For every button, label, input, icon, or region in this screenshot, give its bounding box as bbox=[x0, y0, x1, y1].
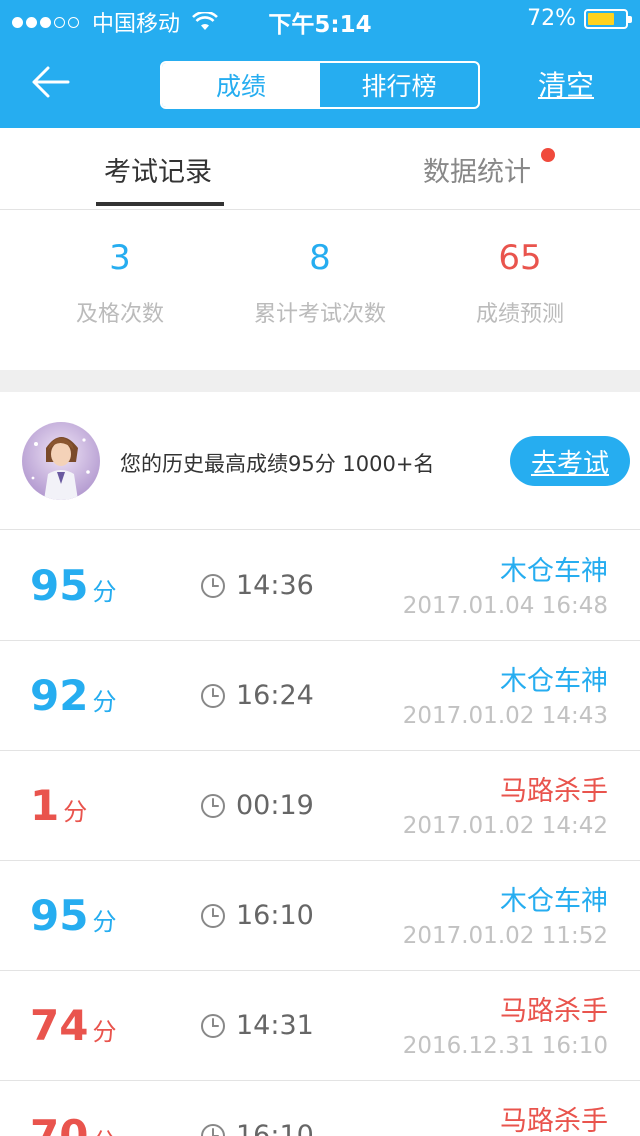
segmented-control: 成绩 排行榜 bbox=[160, 61, 480, 109]
best-score-text: 您的历史最高成绩95分 1000+名 bbox=[120, 452, 435, 476]
score-value: 70 bbox=[30, 1111, 89, 1136]
score-unit: 分 bbox=[92, 688, 117, 716]
stat-score-prediction: 65 成绩预测 bbox=[410, 238, 630, 328]
record-row[interactable]: 95 分 14:36 木仓车神 2017.01.04 16:48 bbox=[0, 531, 640, 641]
record-duration: 16:10 bbox=[236, 1120, 314, 1136]
segment-ranking[interactable]: 排行榜 bbox=[320, 63, 478, 107]
score-unit: 分 bbox=[92, 908, 117, 936]
record-duration: 00:19 bbox=[236, 790, 314, 821]
avatar bbox=[22, 422, 100, 500]
records-list: 95 分 14:36 木仓车神 2017.01.04 16:48 92 分 16:24 木仓车神… bbox=[0, 531, 640, 1136]
tab-data-stats[interactable]: 数据统计 bbox=[423, 150, 531, 189]
record-score: 92 分 bbox=[30, 671, 116, 720]
screen: 中国移动 下午5:14 72% 成绩 排行榜 清空 考试记录 数据统计 3 及格… bbox=[0, 0, 640, 1136]
record-title: 木仓车神 bbox=[500, 666, 608, 697]
record-date: 2017.01.02 11:52 bbox=[402, 923, 608, 949]
record-duration: 16:10 bbox=[236, 900, 314, 931]
score-value: 95 bbox=[30, 891, 89, 940]
record-title: 马路杀手 bbox=[500, 996, 608, 1027]
status-right: 72% bbox=[527, 6, 632, 31]
stats-panel: 3 及格次数 8 累计考试次数 65 成绩预测 bbox=[0, 210, 640, 370]
record-score: 1分 bbox=[30, 781, 87, 830]
record-title: 马路杀手 bbox=[500, 776, 608, 807]
clock-icon bbox=[201, 1124, 225, 1136]
record-score: 70分 bbox=[30, 1111, 116, 1136]
take-exam-button[interactable]: 去考试 bbox=[510, 436, 630, 486]
battery-icon bbox=[584, 8, 632, 29]
clock-icon bbox=[201, 794, 225, 818]
record-date: 2017.01.02 14:42 bbox=[402, 813, 608, 839]
stat-value: 65 bbox=[498, 238, 542, 278]
score-value: 95 bbox=[30, 561, 89, 610]
stat-value: 8 bbox=[309, 238, 331, 278]
score-unit: 分 bbox=[92, 578, 117, 606]
best-score-row: 您的历史最高成绩95分 1000+名 去考试 bbox=[0, 392, 640, 530]
record-date: 2017.01.02 14:43 bbox=[402, 703, 608, 729]
score-unit: 分 bbox=[63, 798, 88, 826]
record-row[interactable]: 70分 16:10 马路杀手 bbox=[0, 1081, 640, 1136]
clock-icon bbox=[201, 904, 225, 928]
score-value: 74 bbox=[30, 1001, 89, 1050]
stat-label: 及格次数 bbox=[75, 302, 164, 327]
clock-icon bbox=[201, 684, 225, 708]
stat-value: 3 bbox=[109, 238, 131, 278]
record-title: 马路杀手 bbox=[500, 1106, 608, 1136]
record-duration: 14:36 bbox=[236, 570, 314, 601]
record-score: 95 分 bbox=[30, 891, 116, 940]
stat-label: 累计考试次数 bbox=[253, 302, 386, 327]
stat-pass-count: 3 及格次数 bbox=[10, 238, 230, 328]
score-value: 1 bbox=[30, 781, 60, 830]
score-value: 92 bbox=[30, 671, 89, 720]
stat-label: 成绩预测 bbox=[475, 302, 564, 327]
active-tab-indicator bbox=[96, 202, 224, 206]
record-score: 74 分 bbox=[30, 1001, 116, 1050]
section-divider bbox=[0, 370, 640, 392]
stat-total-exams: 8 累计考试次数 bbox=[210, 238, 430, 328]
record-duration: 14:31 bbox=[236, 1010, 314, 1041]
battery-nub bbox=[628, 15, 632, 23]
tab-exam-records[interactable]: 考试记录 bbox=[104, 150, 212, 189]
record-row[interactable]: 1 分 00:19 马路杀手 2017.01.02 14:42 bbox=[0, 751, 640, 861]
status-bar: 中国移动 下午5:14 72% bbox=[0, 0, 640, 40]
record-date: 2016.12.31 16:10 bbox=[402, 1033, 608, 1059]
score-unit: 分 bbox=[92, 1128, 116, 1136]
notification-badge bbox=[541, 148, 555, 162]
record-duration: 16:24 bbox=[236, 680, 314, 711]
score-unit: 分 bbox=[92, 1018, 117, 1046]
record-title: 木仓车神 bbox=[500, 556, 608, 587]
clock-icon bbox=[201, 1014, 225, 1038]
battery-fill bbox=[588, 12, 614, 25]
record-title: 木仓车神 bbox=[500, 886, 608, 917]
clock-icon bbox=[201, 574, 225, 598]
sub-tabs: 考试记录 数据统计 bbox=[0, 128, 640, 210]
arrow-left-icon[interactable] bbox=[30, 64, 70, 100]
record-row[interactable]: 92 分 16:24 木仓车神 2017.01.02 14:43 bbox=[0, 641, 640, 751]
battery-percent: 72% bbox=[527, 6, 576, 31]
segment-scores[interactable]: 成绩 bbox=[162, 63, 320, 107]
record-date: 2017.01.04 16:48 bbox=[402, 593, 608, 619]
clear-button[interactable]: 清空 bbox=[538, 64, 594, 104]
record-score: 95 分 bbox=[30, 561, 116, 610]
record-row[interactable]: 95 分 16:10 木仓车神 2017.01.02 11:52 bbox=[0, 861, 640, 971]
top-bar: 中国移动 下午5:14 72% 成绩 排行榜 清空 bbox=[0, 0, 640, 128]
record-row[interactable]: 74 分 14:31 马路杀手 2016.12.31 16:10 bbox=[0, 971, 640, 1081]
